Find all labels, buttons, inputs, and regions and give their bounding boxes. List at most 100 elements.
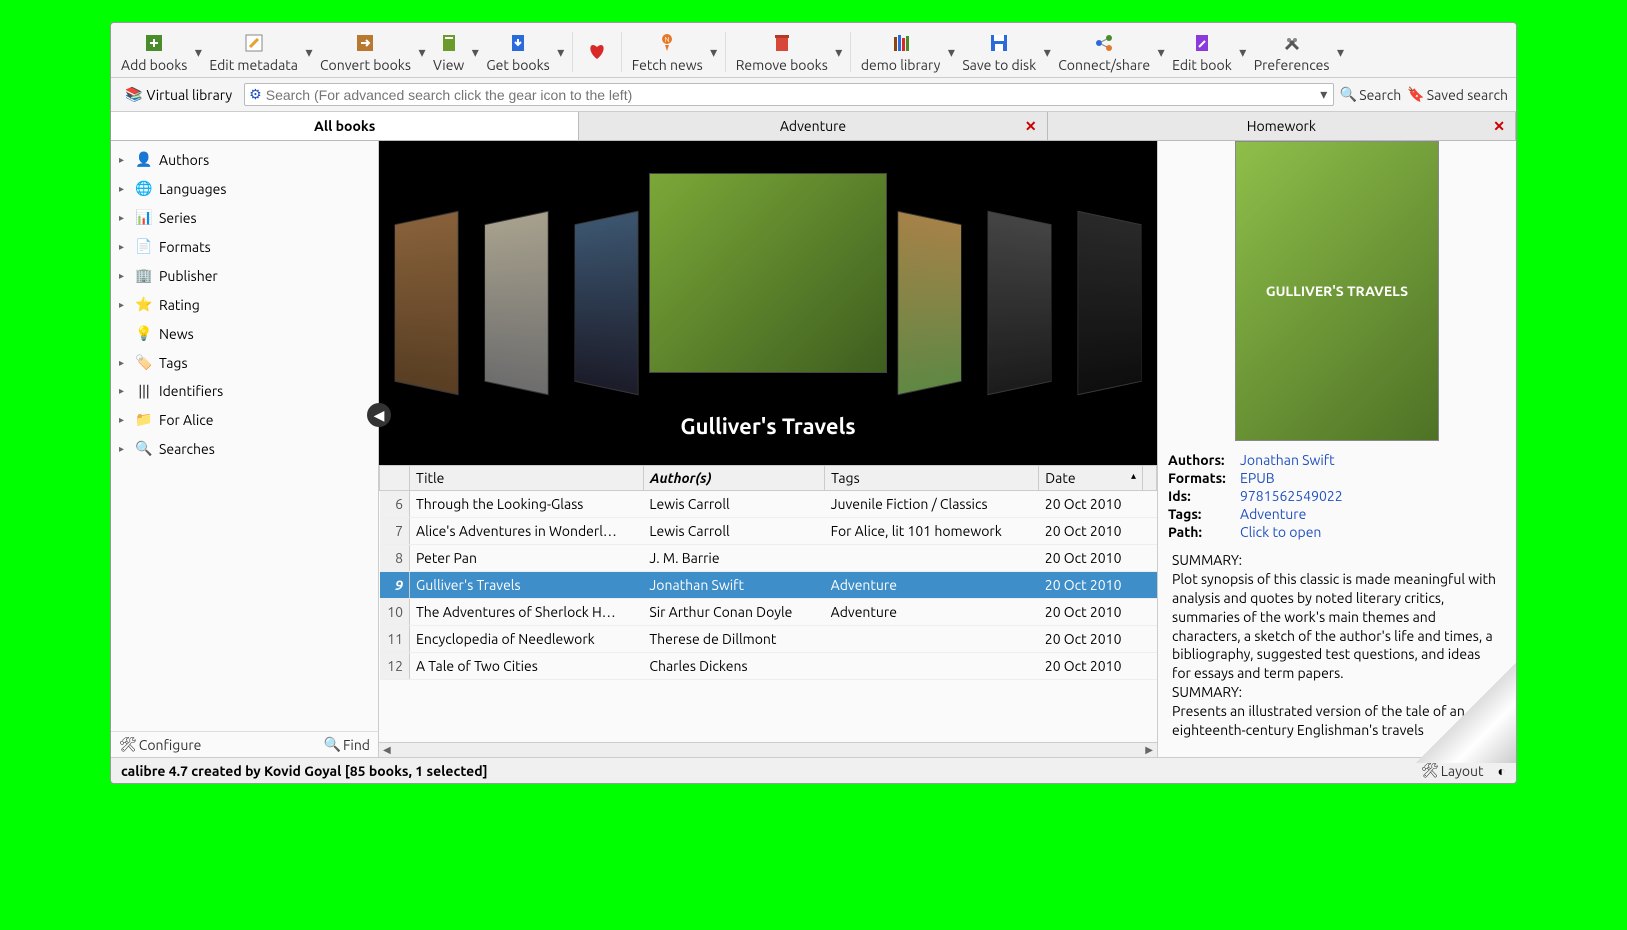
dropdown-arrow[interactable]: ▾ (1042, 44, 1052, 61)
preferences-button[interactable]: Preferences (1250, 29, 1334, 75)
tab-all-books[interactable]: All books (111, 112, 579, 140)
dropdown-arrow[interactable]: ▾ (946, 44, 956, 61)
selected-cover[interactable] (649, 173, 887, 373)
remove-books-button[interactable]: Remove books (732, 29, 832, 75)
sidebar-item-news[interactable]: 💡News (111, 319, 378, 348)
dropdown-arrow[interactable]: ▾ (417, 44, 427, 61)
category-icon: ⭐ (135, 296, 153, 313)
sidebar-item-tags[interactable]: ▸🏷️Tags (111, 348, 378, 377)
collapse-sidebar-button[interactable]: ◀ (367, 403, 391, 427)
jobs-spinner-icon[interactable]: ◐ (1498, 763, 1506, 779)
cell-title: Through the Looking-Glass (410, 491, 644, 518)
virtual-library-label: Virtual library (146, 87, 232, 103)
heart-button[interactable] (579, 37, 615, 67)
dropdown-arrow[interactable]: ▾ (556, 44, 566, 61)
sidebar-item-series[interactable]: ▸📊Series (111, 203, 378, 232)
dropdown-arrow[interactable]: ▾ (304, 44, 314, 61)
column-header-authors[interactable]: Author(s) (643, 466, 824, 491)
ids-link[interactable]: 9781562549022 (1240, 488, 1343, 504)
category-icon: 🌐 (135, 180, 153, 197)
gear-icon[interactable]: ⚙ (249, 86, 262, 103)
row-number: 8 (380, 545, 410, 572)
add-books-button[interactable]: Add books (117, 29, 191, 75)
path-link[interactable]: Click to open (1240, 524, 1321, 540)
bookmark-icon: 🔖 (1407, 86, 1424, 103)
tab-label: Homework (1247, 118, 1316, 134)
close-icon[interactable]: ✕ (1493, 118, 1505, 135)
search-dropdown[interactable]: ▾ (1319, 86, 1329, 103)
find-button[interactable]: 🔍 Find (324, 736, 370, 753)
edit-metadata-button[interactable]: Edit metadata (205, 29, 302, 75)
summary-text-2: Presents an illustrated version of the t… (1172, 702, 1502, 740)
tags-link[interactable]: Adventure (1240, 506, 1306, 522)
authors-link[interactable]: Jonathan Swift (1240, 452, 1335, 468)
dropdown-arrow[interactable]: ▾ (1336, 44, 1346, 61)
connect/share-button[interactable]: Connect/share (1054, 29, 1154, 75)
category-icon: 💡 (135, 325, 153, 342)
saved-search-button[interactable]: 🔖 Saved search (1407, 86, 1508, 103)
tab-label: All books (314, 118, 375, 134)
dropdown-arrow[interactable]: ▾ (709, 44, 719, 61)
column-header-tags[interactable]: Tags (825, 466, 1039, 491)
toolbar-label: Convert books (320, 57, 411, 73)
sidebar-item-authors[interactable]: ▸👤Authors (111, 145, 378, 174)
tab-homework[interactable]: Homework ✕ (1048, 112, 1516, 140)
get-icon (504, 31, 532, 55)
sidebar: ▸👤Authors▸🌐Languages▸📊Series▸📄Formats▸🏢P… (111, 141, 379, 757)
cell-title: A Tale of Two Cities (410, 653, 644, 680)
sidebar-item-label: Formats (159, 239, 211, 255)
table-row[interactable]: 8 Peter Pan J. M. Barrie 20 Oct 2010 (380, 545, 1157, 572)
dropdown-arrow[interactable]: ▾ (1156, 44, 1166, 61)
tab-adventure[interactable]: Adventure✕ (579, 112, 1047, 140)
column-header-title[interactable]: Title (410, 466, 644, 491)
sidebar-item-label: Tags (159, 355, 188, 371)
sidebar-item-rating[interactable]: ▸⭐Rating (111, 290, 378, 319)
layout-button[interactable]: 🛠 Layout (1421, 762, 1484, 779)
toolbar-label: Remove books (736, 57, 828, 73)
cover-flow[interactable]: Gulliver's Travels (379, 141, 1157, 465)
cell-author: Lewis Carroll (643, 518, 824, 545)
view-icon (435, 31, 463, 55)
table-row[interactable]: 7 Alice's Adventures in Wonderl… Lewis C… (380, 518, 1157, 545)
save-to-disk-button[interactable]: Save to disk (958, 29, 1040, 75)
cell-title: Alice's Adventures in Wonderl… (410, 518, 644, 545)
sidebar-item-publisher[interactable]: ▸🏢Publisher (111, 261, 378, 290)
sidebar-item-formats[interactable]: ▸📄Formats (111, 232, 378, 261)
virtual-library-button[interactable]: 📚 Virtual library (119, 82, 238, 107)
dropdown-arrow[interactable]: ▾ (470, 44, 480, 61)
convert-books-button[interactable]: Convert books (316, 29, 415, 75)
formats-link[interactable]: EPUB (1240, 470, 1275, 486)
sidebar-item-searches[interactable]: ▸🔍Searches (111, 434, 378, 463)
table-row[interactable]: 6 Through the Looking-Glass Lewis Carrol… (380, 491, 1157, 518)
horizontal-scrollbar[interactable]: ◀▶ (379, 742, 1157, 757)
row-number: 9 (380, 572, 410, 599)
dropdown-arrow[interactable]: ▾ (1238, 44, 1248, 61)
library-icon (887, 31, 915, 55)
sidebar-item-for-alice[interactable]: ▸📁For Alice (111, 405, 378, 434)
row-number: 12 (380, 653, 410, 680)
table-row[interactable]: 9 Gulliver's Travels Jonathan Swift Adve… (380, 572, 1157, 599)
demo-library-button[interactable]: demo library (857, 29, 945, 75)
sidebar-item-languages[interactable]: ▸🌐Languages (111, 174, 378, 203)
table-row[interactable]: 10 The Adventures of Sherlock H… Sir Art… (380, 599, 1157, 626)
dropdown-arrow[interactable]: ▾ (193, 44, 203, 61)
table-row[interactable]: 12 A Tale of Two Cities Charles Dickens … (380, 653, 1157, 680)
search-input[interactable] (266, 87, 1315, 103)
dropdown-arrow[interactable]: ▾ (834, 44, 844, 61)
sidebar-item-label: Authors (159, 152, 209, 168)
summary-heading-2: SUMMARY: (1172, 683, 1502, 702)
configure-button[interactable]: 🛠 Configure (119, 736, 201, 753)
search-button[interactable]: 🔍 Search (1340, 86, 1402, 103)
edit-book-button[interactable]: Edit book (1168, 29, 1236, 75)
get-books-button[interactable]: Get books (482, 29, 553, 75)
configure-label: Configure (139, 737, 202, 753)
close-icon[interactable]: ✕ (1025, 118, 1037, 135)
view-button[interactable]: View (429, 29, 468, 75)
column-header-date[interactable]: Date▴ (1039, 466, 1143, 491)
convert-icon (351, 31, 379, 55)
details-cover[interactable]: GULLIVER'S TRAVELS (1235, 141, 1439, 441)
sidebar-item-identifiers[interactable]: ▸|||Identifiers (111, 377, 378, 405)
fetch-news-button[interactable]: NFetch news (628, 29, 707, 75)
category-icon: ||| (135, 383, 153, 399)
table-row[interactable]: 11 Encyclopedia of Needlework Therese de… (380, 626, 1157, 653)
